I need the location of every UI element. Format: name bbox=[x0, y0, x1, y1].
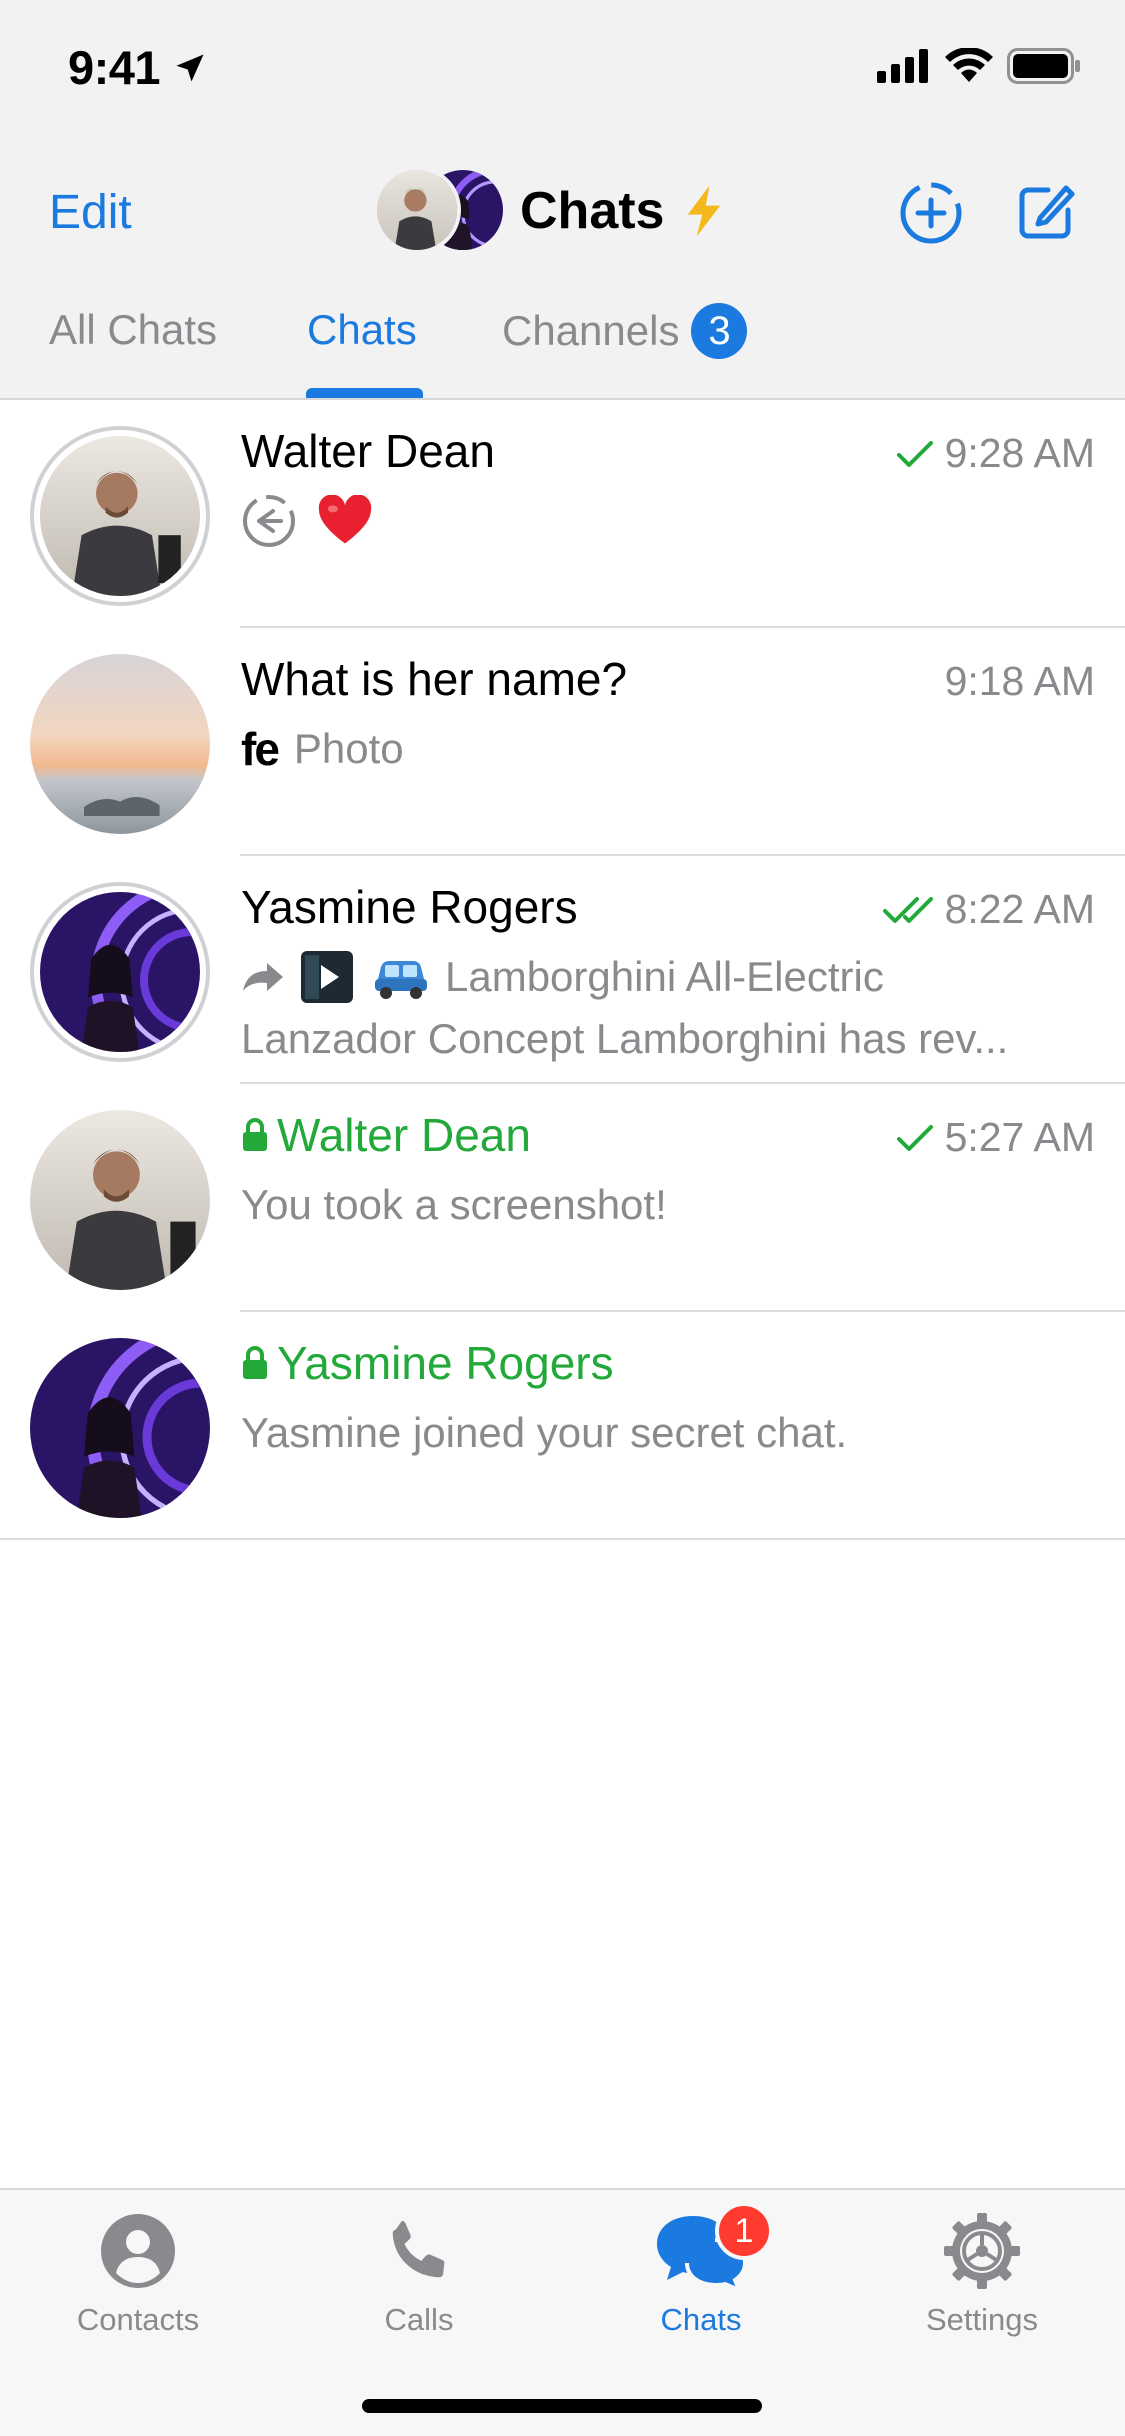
lock-icon bbox=[243, 1117, 267, 1151]
wifi-icon bbox=[945, 48, 993, 82]
preview-text: Photo bbox=[293, 725, 404, 772]
media-thumbnail: fe bbox=[241, 723, 280, 775]
timestamp: 5:27 AM bbox=[944, 1114, 1095, 1160]
chat-name: Walter Dean bbox=[241, 1108, 531, 1162]
tab-label: Chats bbox=[660, 2302, 742, 2337]
avatar[interactable] bbox=[30, 1338, 210, 1518]
avatar bbox=[373, 166, 461, 254]
list-item[interactable]: Yasmine Rogers Yasmine joined your secre… bbox=[0, 1312, 1125, 1540]
status-icons bbox=[877, 48, 1081, 84]
tab-label: Contacts bbox=[76, 2302, 200, 2337]
chat-preview: You took a screenshot! bbox=[241, 1172, 1085, 1238]
avatar[interactable] bbox=[30, 882, 210, 1062]
list-item[interactable]: Walter Dean 9:28 AM bbox=[0, 400, 1125, 628]
unread-badge: 1 bbox=[715, 2202, 773, 2260]
tab-contacts[interactable]: Contacts bbox=[38, 2202, 238, 2338]
avatar[interactable] bbox=[30, 426, 210, 606]
chat-preview: Yasmine joined your secret chat. bbox=[241, 1400, 1085, 1466]
chat-time: 9:18 AM bbox=[945, 658, 1095, 705]
avatar[interactable] bbox=[30, 654, 210, 834]
chat-preview: fe Photo bbox=[241, 716, 1085, 782]
location-arrow-icon bbox=[176, 54, 204, 82]
timestamp: 9:18 AM bbox=[944, 658, 1095, 704]
battery-icon bbox=[1007, 48, 1080, 84]
page-title: Chats bbox=[520, 182, 665, 240]
chat-name-text: Yasmine Rogers bbox=[277, 1337, 614, 1389]
forward-icon bbox=[243, 963, 283, 991]
tab-chats[interactable]: Chats bbox=[307, 306, 417, 354]
tab-channels[interactable]: Channels 3 bbox=[502, 303, 748, 362]
chat-name: Yasmine Rogers bbox=[241, 881, 578, 933]
edit-button[interactable]: Edit bbox=[49, 185, 132, 240]
tab-settings[interactable]: Settings bbox=[882, 2202, 1082, 2338]
status-time: 9:41 bbox=[68, 41, 161, 94]
top-bar: 9:41 Edit Chats All Chats Chats Channels… bbox=[0, 0, 1125, 400]
chat-name-text: Walter Dean bbox=[277, 1109, 531, 1161]
car-emoji bbox=[375, 961, 427, 999]
chat-time: 9:28 AM bbox=[895, 430, 1095, 477]
tab-chats-bottom[interactable]: 1 Chats bbox=[601, 2202, 801, 2338]
tab-label: Calls bbox=[384, 2302, 454, 2337]
home-indicator[interactable] bbox=[362, 2399, 762, 2413]
tab-calls[interactable]: Calls bbox=[319, 2202, 519, 2338]
compose-icon[interactable] bbox=[1014, 180, 1078, 244]
chat-name: Yasmine Rogers bbox=[241, 1336, 614, 1390]
unread-badge: 3 bbox=[691, 303, 748, 359]
chat-list: Walter Dean 9:28 AM What is her name? 9:… bbox=[0, 400, 1125, 1540]
chat-preview bbox=[241, 488, 1085, 554]
preview-text: Lanzador Concept Lamborghini has rev... bbox=[241, 1015, 1009, 1062]
preview-text: Lamborghini All-Electric bbox=[445, 953, 884, 1000]
heart-emoji bbox=[318, 495, 372, 544]
tab-all-chats[interactable]: All Chats bbox=[49, 306, 217, 354]
list-item[interactable]: What is her name? 9:18 AM fe Photo bbox=[0, 628, 1125, 856]
lightning-icon[interactable] bbox=[682, 184, 726, 238]
tab-label: Settings bbox=[925, 2302, 1038, 2337]
cellular-signal-icon bbox=[877, 49, 928, 83]
checkmark-icon bbox=[896, 440, 933, 467]
video-thumbnail-icon bbox=[301, 951, 353, 1003]
chat-time: 8:22 AM bbox=[882, 886, 1095, 933]
folder-tabs: All Chats Chats Channels 3 bbox=[0, 300, 1125, 400]
list-item[interactable]: Walter Dean 5:27 AM You took a screensho… bbox=[0, 1084, 1125, 1312]
preview-text: You took a screenshot! bbox=[241, 1181, 667, 1228]
avatar[interactable] bbox=[30, 1110, 210, 1290]
active-tab-indicator bbox=[306, 388, 423, 398]
story-avatars[interactable] bbox=[373, 166, 508, 256]
reply-icon bbox=[243, 495, 295, 547]
chat-name: Walter Dean bbox=[241, 425, 495, 477]
header-title-group[interactable]: Chats bbox=[373, 166, 726, 256]
tab-label: Channels bbox=[502, 307, 680, 355]
phone-icon bbox=[392, 2220, 445, 2278]
timestamp: 8:22 AM bbox=[944, 886, 1095, 932]
chat-preview: Lamborghini All-Electric Lanzador Concep… bbox=[241, 944, 1085, 1068]
double-checkmark-icon bbox=[882, 896, 933, 923]
list-item[interactable]: Yasmine Rogers 8:22 AM Lamborghini All-E… bbox=[0, 856, 1125, 1084]
timestamp: 9:28 AM bbox=[944, 430, 1095, 476]
lock-icon bbox=[243, 1345, 267, 1379]
gear-icon bbox=[944, 2213, 1020, 2289]
person-icon bbox=[101, 2214, 175, 2288]
preview-text: Yasmine joined your secret chat. bbox=[241, 1409, 848, 1456]
divider bbox=[0, 1538, 1125, 1540]
checkmark-icon bbox=[896, 1124, 933, 1151]
chat-time: 5:27 AM bbox=[895, 1114, 1095, 1161]
chat-name: What is her name? bbox=[241, 653, 628, 705]
new-story-icon[interactable] bbox=[898, 180, 964, 246]
